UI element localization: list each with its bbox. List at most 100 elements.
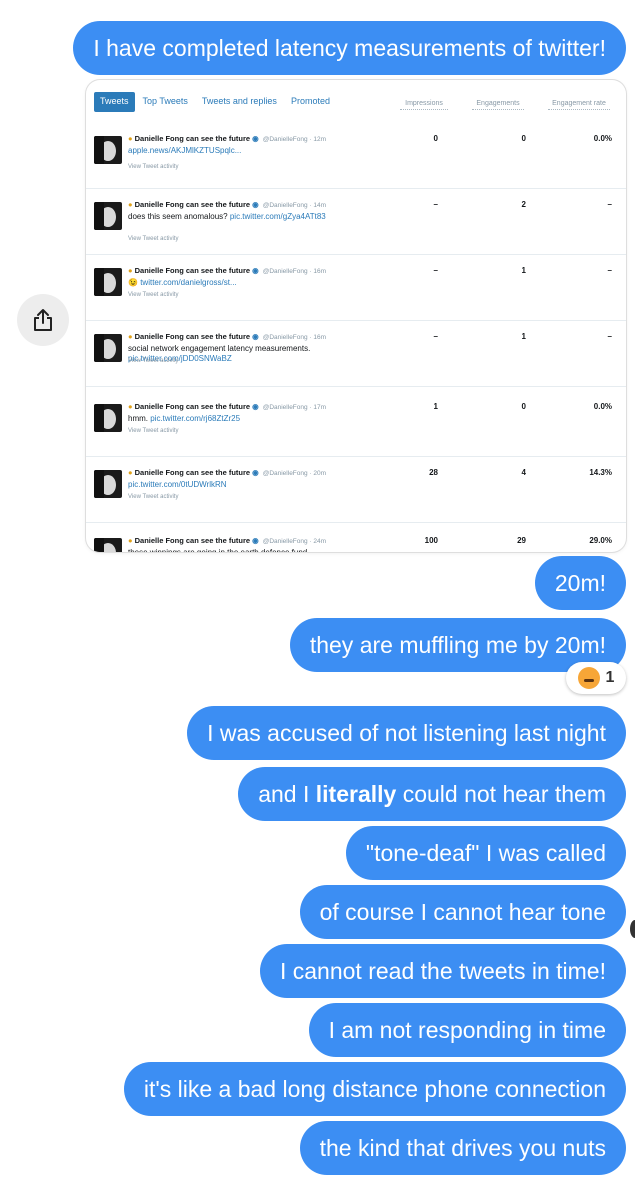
engagements-value: 0: [521, 134, 526, 143]
emphasis-text: literally: [315, 781, 397, 807]
reaction-badge[interactable]: 1: [566, 662, 626, 694]
key-icon: ●: [128, 200, 133, 209]
engagement-rate-value: 0.0%: [593, 134, 612, 143]
impressions-value: –: [433, 200, 438, 209]
engagement-rate-value: –: [607, 266, 612, 275]
engagements-value: 0: [521, 402, 526, 411]
tweet-author: ● Danielle Fong can see the future ◉ @Dan…: [128, 402, 326, 411]
message-bubble[interactable]: I was accused of not listening last nigh…: [187, 706, 626, 760]
tweet-text: pic.twitter.com/0tUDWrlkRN: [128, 480, 358, 490]
analytics-tabs: Tweets Top Tweets Tweets and replies Pro…: [94, 92, 338, 112]
engagement-rate-value: 0.0%: [593, 402, 612, 411]
tweet-body: does this seem anomalous?: [128, 212, 230, 221]
key-icon: ●: [128, 134, 133, 143]
engagements-value: 1: [521, 332, 526, 341]
engagement-rate-value: 14.3%: [589, 468, 612, 477]
message-bubble[interactable]: it's like a bad long distance phone conn…: [123, 1062, 626, 1116]
tweet-row[interactable]: ● Danielle Fong can see the future ◉ @Dan…: [86, 122, 626, 189]
tweet-text: apple.news/AKJMlKZTUSpqlc...: [128, 146, 358, 156]
author-name: Danielle Fong can see the future: [134, 402, 251, 411]
view-tweet-activity-link[interactable]: View Tweet activity: [128, 236, 178, 242]
engagements-value: 2: [521, 200, 526, 209]
author-name: Danielle Fong can see the future: [134, 134, 251, 143]
key-icon: ●: [128, 536, 133, 545]
engagements-value: 1: [521, 266, 526, 275]
message-text: and I: [258, 781, 316, 807]
avatar: [94, 334, 122, 362]
impressions-value: –: [433, 332, 438, 341]
message-bubble[interactable]: I have completed latency measurements of…: [73, 21, 626, 75]
tweet-body: these winnings are going in the earth de…: [128, 548, 309, 552]
tweet-link[interactable]: twitter.com/danielgross/st...: [140, 278, 236, 287]
tweet-row[interactable]: ● Danielle Fong can see the future ◉ @Dan…: [86, 188, 626, 255]
author-name: Danielle Fong can see the future: [134, 266, 251, 275]
view-tweet-activity-link[interactable]: View Tweet activity: [128, 164, 178, 170]
tweet-row[interactable]: ● Danielle Fong can see the future ◉ @Dan…: [86, 320, 626, 387]
tweet-author: ● Danielle Fong can see the future ◉ @Dan…: [128, 536, 326, 545]
tweet-body: hmm.: [128, 414, 151, 423]
impressions-value: 28: [429, 468, 438, 477]
avatar: [94, 268, 122, 296]
author-name: Danielle Fong can see the future: [134, 332, 251, 341]
tweet-link[interactable]: apple.news/AKJMlKZTUSpqlc...: [128, 146, 241, 155]
tweet-text: these winnings are going in the earth de…: [128, 548, 358, 552]
tweet-row[interactable]: ● Danielle Fong can see the future ◉ @Dan…: [86, 254, 626, 321]
author-name: Danielle Fong can see the future: [134, 200, 251, 209]
engagement-rate-value: –: [607, 200, 612, 209]
globe-icon: ◉: [252, 332, 259, 341]
view-tweet-activity-link[interactable]: View Tweet activity: [128, 358, 178, 364]
avatar: [94, 470, 122, 498]
tweet-handle: @DanielleFong · 20m: [262, 470, 327, 477]
engagement-rate-value: –: [607, 332, 612, 341]
tab-tweets: Tweets: [94, 92, 135, 112]
impressions-value: 1: [433, 402, 438, 411]
tweet-handle: @DanielleFong · 16m: [262, 334, 327, 341]
edge-indicator: [630, 920, 635, 938]
avatar: [94, 538, 122, 552]
avatar: [94, 404, 122, 432]
message-bubble[interactable]: "tone-deaf" I was called: [345, 826, 626, 880]
share-icon: [34, 309, 52, 331]
view-tweet-activity-link[interactable]: View Tweet activity: [128, 494, 178, 500]
globe-icon: ◉: [252, 200, 259, 209]
tweet-link[interactable]: pic.twitter.com/gZya4ATt83: [230, 212, 326, 221]
angry-face-icon: [577, 667, 600, 689]
tweet-row[interactable]: ● Danielle Fong can see the future ◉ @Dan…: [86, 390, 626, 457]
column-engagements: Engagements: [472, 100, 524, 110]
tweet-link[interactable]: pic.twitter.com/rj68ZtZr25: [150, 414, 240, 423]
view-tweet-activity-link[interactable]: View Tweet activity: [128, 292, 178, 298]
message-bubble[interactable]: I am not responding in time: [308, 1003, 626, 1057]
tab-top-tweets: Top Tweets: [142, 96, 188, 106]
tweet-text: does this seem anomalous? pic.twitter.co…: [128, 212, 358, 222]
engagement-rate-value: 29.0%: [589, 536, 612, 545]
message-bubble[interactable]: and I literally could not hear them: [238, 767, 626, 821]
avatar: [94, 136, 122, 164]
key-icon: ●: [128, 468, 133, 477]
message-bubble[interactable]: of course I cannot hear tone: [299, 885, 626, 939]
tweet-handle: @DanielleFong · 16m: [262, 268, 327, 275]
impressions-value: 0: [433, 134, 438, 143]
tweet-author: ● Danielle Fong can see the future ◉ @Dan…: [128, 266, 326, 275]
tweet-row[interactable]: ● Danielle Fong can see the future ◉ @Dan…: [86, 456, 626, 523]
share-button[interactable]: [17, 294, 69, 346]
tab-promoted: Promoted: [290, 96, 330, 106]
column-engagement-rate: Engagement rate: [548, 100, 610, 110]
column-impressions: Impressions: [400, 100, 448, 110]
message-bubble[interactable]: the kind that drives you nuts: [299, 1121, 626, 1175]
author-name: Danielle Fong can see the future: [134, 536, 251, 545]
message-text: could not hear them: [396, 781, 606, 807]
engagements-value: 29: [517, 536, 526, 545]
message-bubble[interactable]: I cannot read the tweets in time!: [259, 944, 626, 998]
message-bubble[interactable]: 20m!: [534, 556, 626, 610]
engagements-value: 4: [521, 468, 526, 477]
tweet-link[interactable]: pic.twitter.com/0tUDWrlkRN: [128, 480, 227, 489]
shared-screenshot[interactable]: Tweets Top Tweets Tweets and replies Pro…: [86, 80, 626, 552]
impressions-value: 100: [424, 536, 438, 545]
key-icon: ●: [128, 402, 133, 411]
reaction-count: 1: [605, 669, 615, 686]
tweet-handle: @DanielleFong · 14m: [262, 202, 327, 209]
author-name: Danielle Fong can see the future: [134, 468, 251, 477]
tweet-row[interactable]: ● Danielle Fong can see the future ◉ @Dan…: [86, 524, 626, 552]
tweet-body: 😉: [128, 278, 141, 287]
view-tweet-activity-link[interactable]: View Tweet activity: [128, 428, 178, 434]
